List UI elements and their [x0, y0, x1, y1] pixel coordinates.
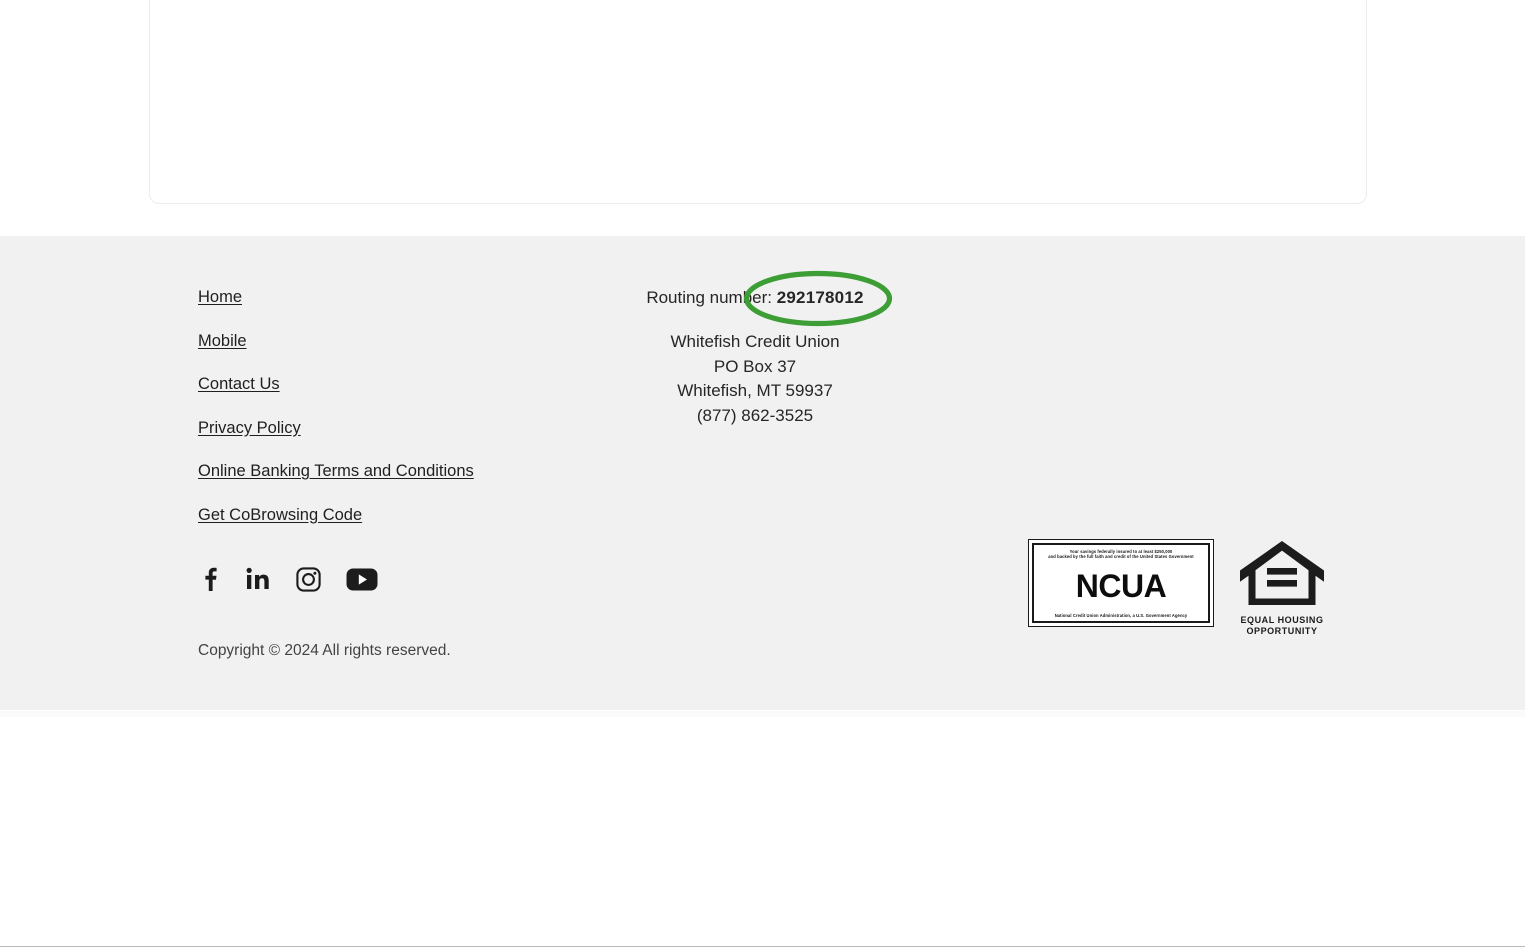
footer-link-online-banking-terms[interactable]: Online Banking Terms and Conditions [198, 460, 474, 482]
page-bottom-strip [0, 711, 1525, 717]
ncua-insurance-line-2: and backed by the full faith and credit … [1048, 554, 1194, 560]
site-footer: Home Mobile Contact Us Privacy Policy On… [0, 236, 1525, 947]
footer-link-contact-us[interactable]: Contact Us [198, 373, 280, 395]
statements-card: FEB 29/2024 Statements 999999 FEB 29/202… [149, 0, 1367, 204]
phone-number: (877) 862-3525 [696, 405, 814, 425]
organization-name: Whitefish Credit Union [670, 332, 840, 351]
routing-number-value: 292178012 [776, 288, 864, 307]
footer-link-home[interactable]: Home [198, 286, 242, 308]
social-links [200, 566, 378, 597]
house-icon [1238, 539, 1326, 612]
linkedin-icon[interactable] [245, 566, 271, 597]
youtube-icon[interactable] [346, 568, 378, 596]
routing-number-label: Routing number: [646, 288, 773, 307]
table-row[interactable]: FEB 29/2024 Statements 999999 [150, 0, 1366, 15]
ncua-agency-text: National Credit Union Administration, a … [1054, 612, 1188, 618]
footer-badges: Your savings federally insured to at lea… [1028, 539, 1328, 637]
instagram-icon[interactable] [296, 566, 321, 597]
address-line-1: PO Box 37 [713, 356, 797, 376]
facebook-icon[interactable] [200, 566, 220, 597]
copyright-text: Copyright © 2024 All rights reserved. [198, 642, 451, 659]
address-line-2: Whitefish, MT 59937 [677, 381, 833, 400]
ncua-logo: Your savings federally insured to at lea… [1028, 539, 1214, 627]
equal-housing-logo: EQUAL HOUSING OPPORTUNITY [1236, 539, 1328, 637]
footer-link-privacy-policy[interactable]: Privacy Policy [198, 417, 301, 439]
footer-contact-block: Routing number: 292178012 Whitefish Cred… [555, 286, 955, 428]
ncua-insurance-text: Your savings federally insured to at lea… [1048, 549, 1193, 560]
ncua-wordmark: NCUA [1075, 567, 1167, 604]
equal-housing-label: EQUAL HOUSING OPPORTUNITY [1240, 615, 1324, 636]
statements-table: FEB 29/2024 Statements 999999 FEB 29/202… [150, 0, 1366, 141]
routing-number-line: Routing number: 292178012 [555, 286, 955, 310]
footer-link-get-cobrowsing-code[interactable]: Get CoBrowsing Code [198, 504, 362, 526]
footer-link-mobile[interactable]: Mobile [198, 330, 247, 352]
